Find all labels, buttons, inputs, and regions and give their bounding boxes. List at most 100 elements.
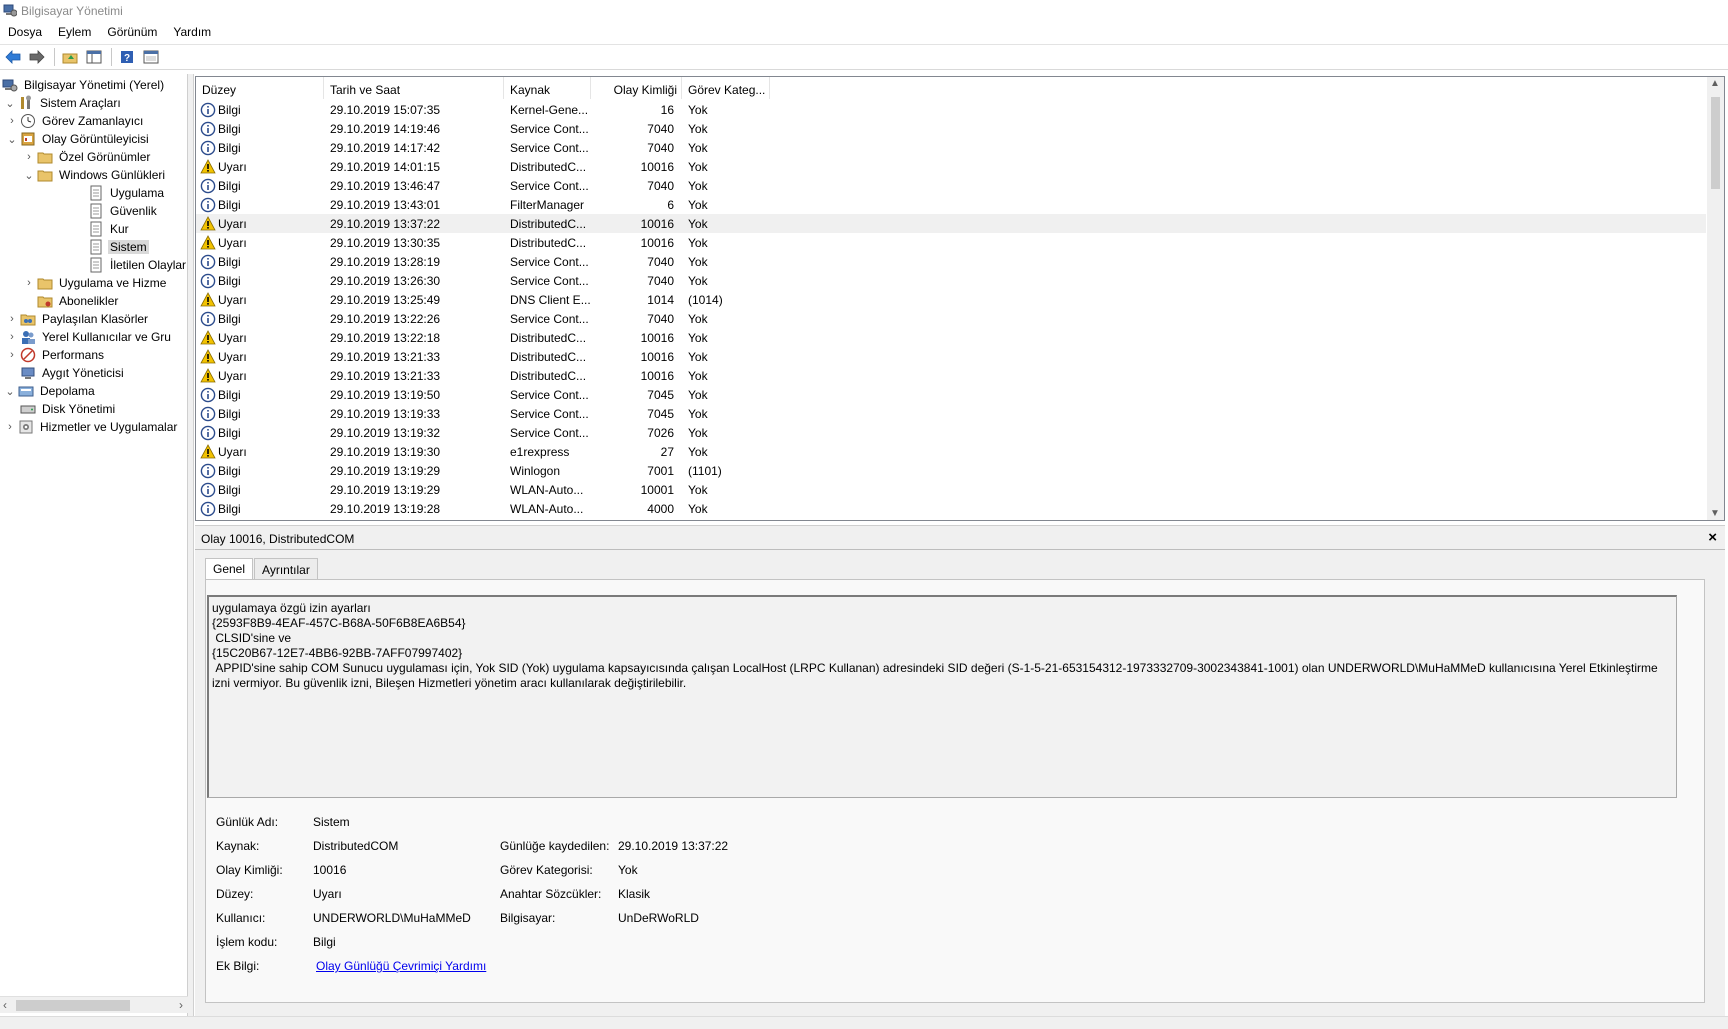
table-row[interactable]: Bilgi 29.10.2019 13:19:32 Service Cont... 7… bbox=[196, 423, 1706, 442]
collapse-arrow-icon[interactable]: ⌄ bbox=[4, 131, 20, 147]
online-help-link[interactable]: Olay Günlüğü Çevrimiçi Yardımı bbox=[316, 959, 486, 973]
collapse-arrow-icon[interactable]: ⌄ bbox=[21, 167, 37, 183]
table-row[interactable]: Bilgi 29.10.2019 13:19:28 WLAN-Auto... 4000… bbox=[196, 499, 1706, 518]
pane-splitter[interactable] bbox=[188, 74, 194, 1016]
level-text: Bilgi bbox=[218, 463, 241, 478]
tree-item[interactable]: İletilen Olaylar bbox=[72, 256, 187, 274]
show-hide-tree-icon[interactable] bbox=[83, 46, 105, 68]
forward-arrow-icon[interactable] bbox=[26, 46, 48, 68]
event-id-cell: 16 bbox=[660, 102, 674, 117]
tree-item[interactable]: ⌄ Sistem Araçları bbox=[2, 94, 123, 112]
scroll-down-icon[interactable]: ▼ bbox=[1710, 508, 1720, 519]
table-row[interactable]: Uyarı 29.10.2019 13:21:33 DistributedC... 1… bbox=[196, 366, 1706, 385]
logged-label: Günlüğe kaydedilen: bbox=[500, 839, 610, 853]
log-name-value: Sistem bbox=[313, 815, 350, 829]
table-row[interactable]: Bilgi 29.10.2019 13:22:26 Service Cont... 7… bbox=[196, 309, 1706, 328]
tree-item[interactable]: ⌄ Windows Günlükleri bbox=[21, 166, 167, 184]
table-row[interactable]: Bilgi 29.10.2019 14:19:46 Service Cont... 7… bbox=[196, 119, 1706, 138]
table-row[interactable]: Uyarı 29.10.2019 14:01:15 DistributedC... 1… bbox=[196, 157, 1706, 176]
table-row[interactable]: Bilgi 29.10.2019 13:19:29 WLAN-Auto... 1000… bbox=[196, 480, 1706, 499]
scroll-left-icon[interactable]: ‹ bbox=[3, 998, 7, 1012]
close-icon[interactable]: × bbox=[1708, 529, 1717, 546]
source-cell: e1rexpress bbox=[510, 444, 570, 459]
expand-arrow-icon[interactable]: › bbox=[2, 419, 18, 435]
column-header-task-category[interactable]: Görev Kateg... bbox=[682, 77, 770, 99]
table-row[interactable]: Uyarı 29.10.2019 13:25:49 DNS Client E... 1… bbox=[196, 290, 1706, 309]
expand-arrow-icon[interactable]: › bbox=[21, 149, 37, 165]
menu-help[interactable]: Yardım bbox=[165, 22, 219, 44]
log-icon bbox=[90, 257, 102, 273]
column-header-event-id[interactable]: Olay Kimliği bbox=[591, 77, 682, 99]
list-vertical-scrollbar[interactable]: ▲ ▼ bbox=[1707, 77, 1724, 520]
expand-arrow-icon[interactable]: › bbox=[4, 311, 20, 327]
list-rows: Bilgi 29.10.2019 15:07:35 Kernel-Gene... 16… bbox=[196, 100, 1706, 518]
tree-item[interactable]: › Görev Zamanlayıcı bbox=[4, 112, 145, 130]
date-cell: 29.10.2019 13:43:01 bbox=[330, 197, 441, 212]
column-header-level[interactable]: Düzey bbox=[196, 77, 324, 99]
tree-item[interactable]: Aygıt Yöneticisi bbox=[4, 364, 126, 382]
tab-general[interactable]: Genel bbox=[205, 558, 254, 580]
tree-item[interactable]: › Uygulama ve Hizme bbox=[21, 274, 168, 292]
source-value: DistributedCOM bbox=[313, 839, 399, 853]
collapse-arrow-icon[interactable]: ⌄ bbox=[2, 383, 18, 399]
table-row[interactable]: Bilgi 29.10.2019 13:43:01 FilterManager 6 Yo… bbox=[196, 195, 1706, 214]
tree-item[interactable]: › Paylaşılan Klasörler bbox=[4, 310, 150, 328]
expand-arrow-icon[interactable]: › bbox=[4, 113, 20, 129]
table-row[interactable]: Bilgi 29.10.2019 13:46:47 Service Cont... 7… bbox=[196, 176, 1706, 195]
scroll-right-icon[interactable]: › bbox=[179, 998, 183, 1012]
scrollbar-thumb[interactable] bbox=[1711, 97, 1720, 189]
scrollbar-thumb[interactable] bbox=[16, 1000, 130, 1011]
folder-icon bbox=[37, 170, 53, 182]
table-row[interactable]: Bilgi 29.10.2019 13:26:30 Service Cont... 7… bbox=[196, 271, 1706, 290]
column-header-date[interactable]: Tarih ve Saat bbox=[324, 77, 504, 99]
task-category-cell: Yok bbox=[688, 311, 708, 326]
table-row[interactable]: Uyarı 29.10.2019 13:30:35 DistributedC... 1… bbox=[196, 233, 1706, 252]
tab-details[interactable]: Ayrıntılar bbox=[254, 558, 318, 579]
menu-action[interactable]: Eylem bbox=[50, 22, 99, 44]
tree-item[interactable]: Uygulama bbox=[72, 184, 166, 202]
tree-item[interactable]: › Özel Görünümler bbox=[21, 148, 152, 166]
tree-item[interactable]: Güvenlik bbox=[72, 202, 159, 220]
table-row[interactable]: Uyarı 29.10.2019 13:22:18 DistributedC... 1… bbox=[196, 328, 1706, 347]
tree-horizontal-scrollbar[interactable]: ‹ › bbox=[0, 996, 188, 1013]
table-row[interactable]: Bilgi 29.10.2019 13:19:29 Winlogon 7001 (110… bbox=[196, 461, 1706, 480]
tree-item[interactable]: Abonelikler bbox=[21, 292, 120, 310]
menu-view[interactable]: Görünüm bbox=[99, 22, 165, 44]
date-cell: 29.10.2019 13:21:33 bbox=[330, 368, 441, 383]
table-row[interactable]: Bilgi 29.10.2019 14:17:42 Service Cont... 7… bbox=[196, 138, 1706, 157]
event-viewer-icon bbox=[21, 132, 35, 146]
back-arrow-icon[interactable] bbox=[2, 46, 24, 68]
level-text: Bilgi bbox=[218, 406, 241, 421]
source-cell: Winlogon bbox=[510, 463, 561, 478]
tree-item[interactable]: › Hizmetler ve Uygulamalar bbox=[2, 418, 179, 436]
expand-arrow-icon[interactable]: › bbox=[4, 329, 20, 345]
table-row[interactable]: Bilgi 29.10.2019 13:19:50 Service Cont... 7… bbox=[196, 385, 1706, 404]
up-folder-icon[interactable] bbox=[59, 46, 81, 68]
tree-item[interactable]: Disk Yönetimi bbox=[4, 400, 117, 418]
table-row[interactable]: Bilgi 29.10.2019 13:28:19 Service Cont... 7… bbox=[196, 252, 1706, 271]
tree-item-label: Aygıt Yöneticisi bbox=[42, 366, 124, 380]
tree-item[interactable]: Kur bbox=[72, 220, 131, 238]
tree-item[interactable]: Sistem bbox=[72, 238, 149, 256]
tree-item[interactable]: › Performans bbox=[4, 346, 106, 364]
tree-item[interactable]: ⌄ Olay Görüntüleyicisi bbox=[4, 130, 151, 148]
menu-file[interactable]: Dosya bbox=[0, 22, 50, 44]
properties-icon[interactable] bbox=[140, 46, 162, 68]
table-row[interactable]: Bilgi 29.10.2019 13:19:33 Service Cont... 7… bbox=[196, 404, 1706, 423]
table-row[interactable]: Bilgi 29.10.2019 15:07:35 Kernel-Gene... 16… bbox=[196, 100, 1706, 119]
event-description[interactable]: uygulamaya özgü izin ayarları {2593F8B9-… bbox=[207, 595, 1677, 798]
expand-arrow-icon[interactable]: › bbox=[4, 347, 20, 363]
tree-item[interactable]: Bilgisayar Yönetimi (Yerel) bbox=[2, 76, 166, 94]
column-header-source[interactable]: Kaynak bbox=[504, 77, 591, 99]
tree-item[interactable]: ⌄ Depolama bbox=[2, 382, 97, 400]
date-cell: 29.10.2019 13:19:29 bbox=[330, 482, 441, 497]
table-row[interactable]: Uyarı 29.10.2019 13:21:33 DistributedC... 1… bbox=[196, 347, 1706, 366]
help-icon[interactable]: ? bbox=[116, 46, 138, 68]
warning-icon bbox=[200, 443, 216, 458]
collapse-arrow-icon[interactable]: ⌄ bbox=[2, 95, 18, 111]
table-row[interactable]: Uyarı 29.10.2019 13:19:30 e1rexpress 27 Yok bbox=[196, 442, 1706, 461]
scroll-up-icon[interactable]: ▲ bbox=[1710, 78, 1720, 89]
tree-item[interactable]: › Yerel Kullanıcılar ve Gru bbox=[4, 328, 173, 346]
table-row[interactable]: Uyarı 29.10.2019 13:37:22 DistributedC... 1… bbox=[196, 214, 1706, 233]
expand-arrow-icon[interactable]: › bbox=[21, 275, 37, 291]
